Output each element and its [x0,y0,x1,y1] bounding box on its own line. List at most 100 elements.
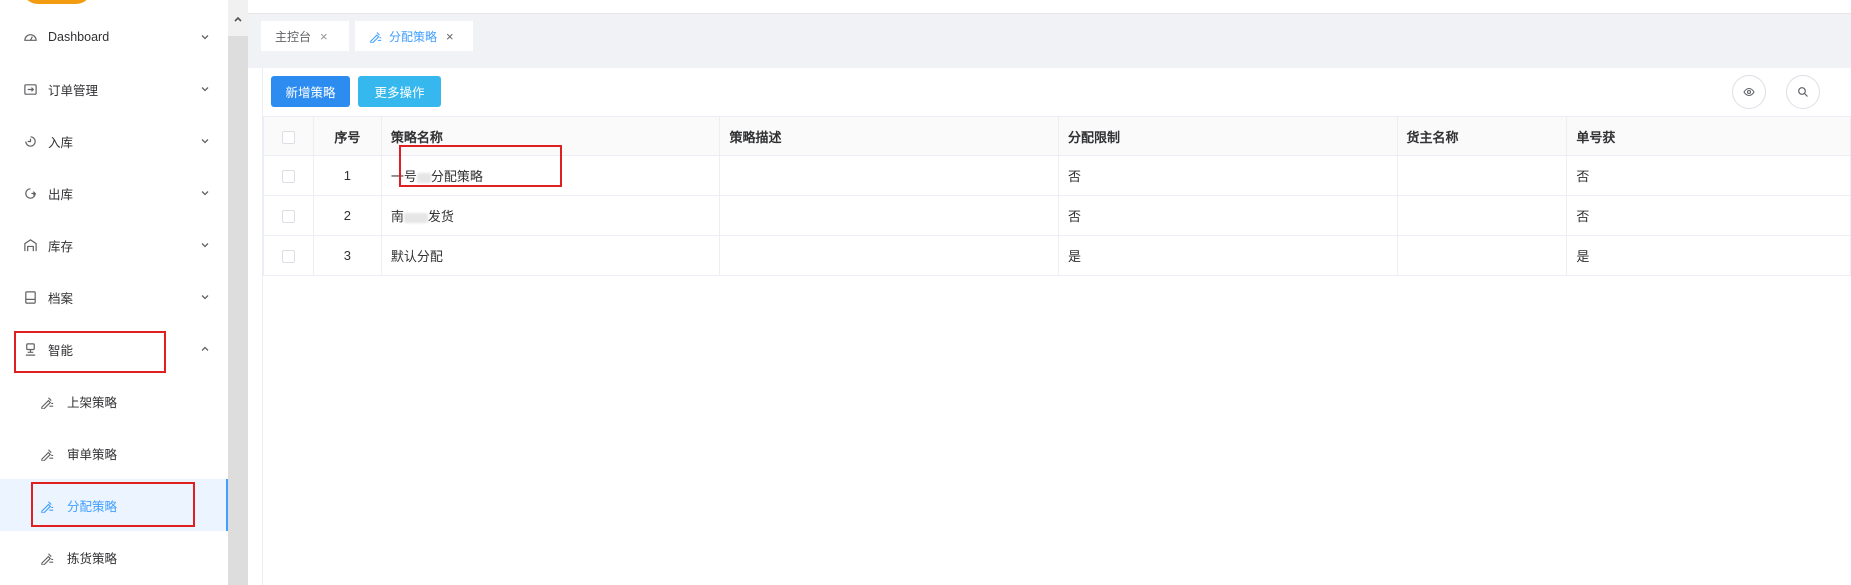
chevron-down-icon [201,191,209,196]
column-header: 序号 [312,116,382,156]
close-icon[interactable]: × [320,29,328,44]
inventory-icon [22,237,39,254]
chevron-down-icon [201,87,209,92]
chevron-up-icon [201,346,209,351]
close-icon[interactable]: × [446,29,454,44]
menu-item-smart[interactable]: 智能 [0,323,228,375]
submenu-item-picking-strategy[interactable]: 拣货策略 [0,531,228,583]
column-header: 策略名称 [380,116,721,156]
limit-cell: 否 [1057,155,1398,196]
dashboard-icon [22,29,39,46]
chevron-down-icon [201,139,209,144]
menu-item-archive[interactable]: 档案 [0,271,228,323]
checkbox[interactable] [281,210,295,224]
table-row[interactable]: 2 南 发货 否 否 [263,195,1851,236]
row-checkbox-cell[interactable] [263,235,314,276]
menu-label: 入库 [48,135,74,150]
menu-item-orders[interactable]: 订单管理 [0,63,228,115]
chevron-down-icon [201,295,209,300]
checkbox[interactable] [281,170,295,184]
table-header-row: 序号 策略名称 策略描述 分配限制 货主名称 单号获 [263,116,1851,156]
strategy-name-cell: 默认分配 [380,235,721,276]
submenu-label: 上架策略 [67,395,118,410]
more-actions-button[interactable]: 更多操作 [358,76,441,107]
index-cell: 2 [312,195,382,236]
select-all-checkbox-cell[interactable] [263,116,314,156]
chevron-down-icon [201,243,209,248]
sidebar: Dashboard 订单管理 入库 出库 库存 档案 智能 上架策略 审单策略 … [0,0,228,585]
strategy-icon [40,445,57,462]
submenu-label: 分配策略 [67,499,118,514]
tab-bar: 主控台 × 分配策略 × [248,14,1851,60]
strategy-name-cell: 南 发货 [380,195,721,236]
limit-cell: 是 [1057,235,1398,276]
content-panel: 新增策略 更多操作 序号 策略名称 策略描述 分配限制 货主名称 单号获 1 一… [262,68,1851,585]
sidebar-scrollbar[interactable] [228,0,248,585]
menu-label: 订单管理 [48,83,99,98]
menu-item-inventory[interactable]: 库存 [0,219,228,271]
tab-label: 主控台 [275,29,312,44]
scroll-up-arrow-icon[interactable] [233,14,243,24]
eye-icon [1743,87,1755,97]
strategy-icon [40,497,57,514]
submenu-item-allocation-strategy[interactable]: 分配策略 [0,479,228,531]
column-header: 货主名称 [1396,116,1568,156]
menu-item-outbound[interactable]: 出库 [0,167,228,219]
description-cell [719,195,1059,236]
index-cell: 1 [312,155,382,196]
submenu-item-review-strategy[interactable]: 审单策略 [0,427,228,479]
tab-dashboard[interactable]: 主控台 × [261,21,349,51]
name-suffix: 默认分配 [390,249,443,264]
submenu-label: 拣货策略 [67,551,118,566]
strategy-name-cell: 一号 分配策略 [380,155,721,196]
menu-label: 出库 [48,187,74,202]
name-suffix: 发货 [427,209,454,224]
menu-item-inbound[interactable]: 入库 [0,115,228,167]
main-area: 主控台 × 分配策略 × 新增策略 更多操作 序号 策略名称 策略描述 分配限制… [248,0,1851,585]
menu-label: 库存 [48,239,74,254]
toggle-columns-button[interactable] [1732,75,1766,109]
search-button[interactable] [1786,75,1820,109]
tab-allocation-strategy[interactable]: 分配策略 × [355,21,473,51]
limit-cell: 否 [1057,195,1398,236]
tab-label: 分配策略 [389,29,438,44]
order-cell: 是 [1566,235,1851,276]
header-strip [248,0,1851,14]
redacted-text [403,212,428,223]
index-cell: 3 [312,235,382,276]
strategy-icon [40,393,57,410]
table-row[interactable]: 1 一号 分配策略 否 否 [263,155,1851,196]
column-header: 单号获 [1566,116,1851,156]
table-row[interactable]: 3 默认分配 是 是 [263,235,1851,276]
menu-label: Dashboard [48,30,110,44]
menu-label: 档案 [48,291,74,306]
archive-icon [22,289,39,306]
menu-item-dashboard[interactable]: Dashboard [0,11,228,63]
owner-cell [1396,155,1568,196]
add-strategy-button[interactable]: 新增策略 [271,76,350,107]
name-suffix: 分配策略 [430,169,483,184]
row-checkbox-cell[interactable] [263,195,314,236]
row-checkbox-cell[interactable] [263,155,314,196]
owner-cell [1396,235,1568,276]
owner-cell [1396,195,1568,236]
checkbox[interactable] [281,130,295,144]
menu-label: 智能 [48,343,74,358]
order-icon [22,81,39,98]
checkbox[interactable] [281,250,295,264]
column-header: 分配限制 [1057,116,1398,156]
chevron-down-icon [201,35,209,40]
smart-icon [22,341,39,358]
column-header: 策略描述 [719,116,1059,156]
submenu-item-putaway-strategy[interactable]: 上架策略 [0,375,228,427]
order-cell: 否 [1566,155,1851,196]
strategy-table: 序号 策略名称 策略描述 分配限制 货主名称 单号获 1 一号分配策略 否 否 [263,116,1851,276]
description-cell [719,235,1059,276]
name-prefix: 南 [390,209,404,224]
outbound-icon [22,185,39,202]
content-gap [248,60,1851,68]
submenu-label: 审单策略 [67,447,118,462]
strategy-icon [370,32,382,43]
inbound-icon [22,133,39,150]
name-prefix: 一号 [390,169,417,184]
